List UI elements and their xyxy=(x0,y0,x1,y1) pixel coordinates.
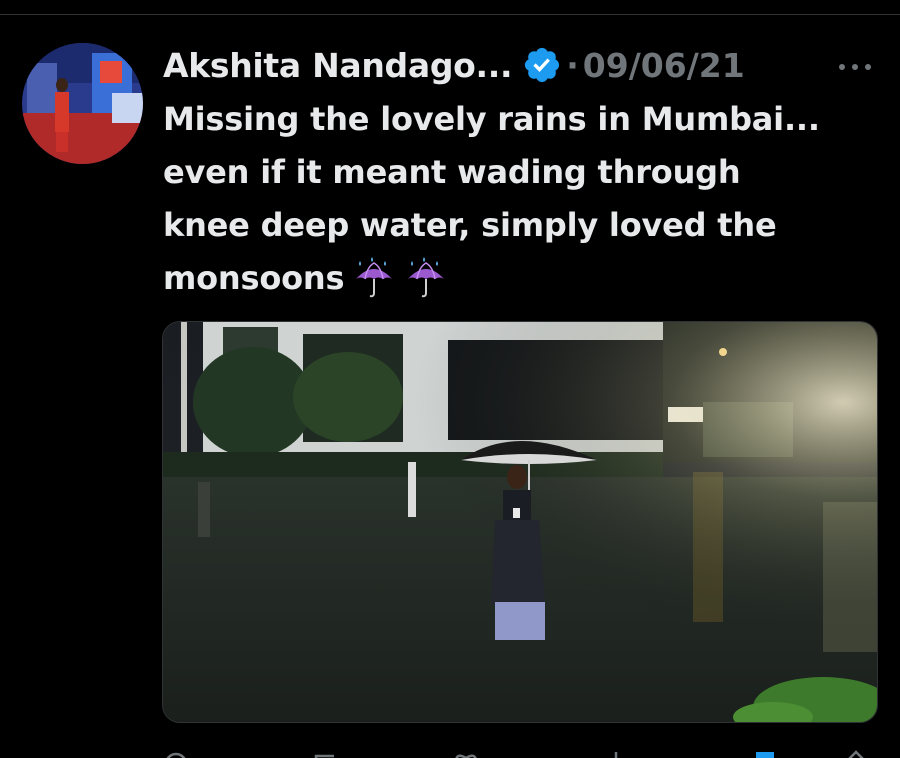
post-text-content: Missing the lovely rains in Mumbai... ev… xyxy=(163,100,820,297)
umbrella-with-rain-drops-icon xyxy=(404,255,448,299)
views-icon[interactable] xyxy=(602,750,632,758)
avatar-image xyxy=(22,43,143,164)
bookmark-icon[interactable] xyxy=(750,750,780,758)
post-text: Missing the lovely rains in Mumbai... ev… xyxy=(163,93,878,305)
verified-badge-icon xyxy=(522,45,562,85)
separator: · xyxy=(566,45,579,85)
post-media-photo[interactable] xyxy=(162,321,878,723)
more-icon[interactable] xyxy=(836,58,874,70)
share-icon[interactable] xyxy=(842,750,872,758)
post-header: Akshita Nandago... · 09/06/21 xyxy=(163,40,745,90)
top-divider xyxy=(0,0,900,15)
photo-flooded-street xyxy=(163,322,877,722)
author-name[interactable]: Akshita Nandago... xyxy=(163,46,513,85)
heart-icon[interactable] xyxy=(452,750,482,758)
post-action-bar xyxy=(162,744,878,758)
umbrella-with-rain-drops-icon xyxy=(352,255,396,299)
post-date[interactable]: 09/06/21 xyxy=(583,46,745,85)
avatar[interactable] xyxy=(22,43,143,164)
reply-icon[interactable] xyxy=(162,750,192,758)
repost-icon[interactable] xyxy=(312,750,342,758)
